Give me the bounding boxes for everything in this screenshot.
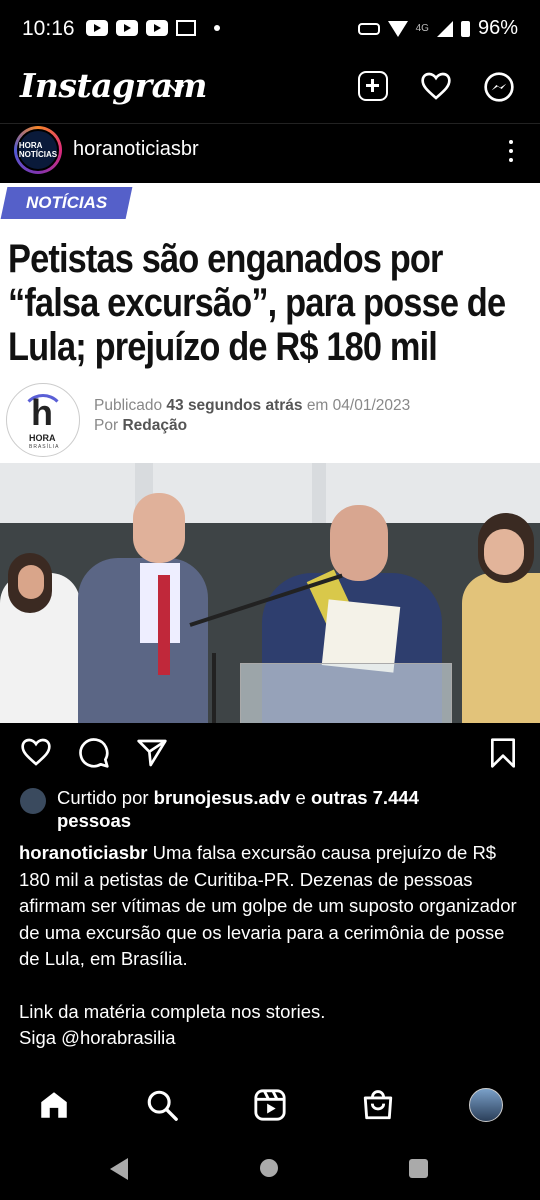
post-image[interactable]: NOTÍCIAS Petistas são enganados por “fal…: [0, 183, 540, 723]
avatar-image: HORA NOTÍCIAS: [17, 129, 59, 171]
more-notifications-dot: [214, 25, 220, 31]
caption-username[interactable]: horanoticiasbr: [19, 842, 148, 863]
back-icon[interactable]: [110, 1158, 128, 1180]
network-type: 4G: [415, 23, 429, 34]
notification-icons: [86, 20, 220, 36]
post-caption[interactable]: horanoticiasbr Uma falsa excursão causa …: [19, 840, 524, 1052]
more-options-icon[interactable]: [506, 140, 516, 162]
reels-icon[interactable]: [253, 1088, 287, 1122]
status-right: 4G 96%: [357, 17, 518, 40]
likes-summary[interactable]: Curtido por brunojesus.adv e outras 7.44…: [20, 786, 500, 832]
news-photo: [0, 463, 540, 723]
save-button[interactable]: [488, 737, 520, 769]
gmail-icon: [176, 20, 196, 36]
article-headline: Petistas são enganados por “falsa excurs…: [8, 237, 506, 369]
hora-brasilia-logo: h HORA BRASÍLIA: [6, 383, 80, 457]
headline-line: “falsa excursão”, para posse de: [8, 281, 506, 325]
share-button[interactable]: [136, 737, 168, 769]
category-tag: NOTÍCIAS: [0, 187, 133, 219]
youtube-icon: [86, 20, 108, 36]
liker-username[interactable]: brunojesus.adv: [154, 787, 291, 808]
like-button[interactable]: [20, 737, 52, 769]
caption-line: Siga @horabrasilia: [19, 1027, 176, 1048]
youtube-icon: [146, 20, 168, 36]
profile-avatar[interactable]: [469, 1088, 503, 1122]
home-icon[interactable]: [37, 1088, 71, 1122]
recents-icon[interactable]: [409, 1159, 428, 1178]
comment-button[interactable]: [78, 737, 110, 769]
search-icon[interactable]: [145, 1088, 179, 1122]
messenger-icon[interactable]: [483, 71, 514, 102]
battery-icon: [460, 20, 470, 37]
status-bar: 10:16 4G 96%: [0, 0, 540, 58]
heart-icon[interactable]: [420, 71, 451, 101]
headline-line: Petistas são enganados por: [8, 237, 443, 281]
home-circle-icon[interactable]: [260, 1159, 278, 1177]
article-meta: Publicado 43 segundos atrás em 04/01/202…: [94, 397, 411, 434]
new-post-icon[interactable]: [358, 71, 388, 101]
header-divider: [0, 123, 540, 124]
battery-level: 96%: [477, 17, 518, 39]
post-username[interactable]: horanoticiasbr: [73, 138, 199, 161]
shop-icon[interactable]: [361, 1088, 395, 1122]
headline-line: Lula; prejuízo de R$ 180 mil: [8, 325, 438, 369]
post-author-avatar[interactable]: HORA NOTÍCIAS: [14, 126, 62, 174]
likes-and: e: [295, 787, 306, 808]
youtube-icon: [116, 20, 138, 36]
likes-suffix: pessoas: [57, 810, 132, 831]
status-time: 10:16: [22, 17, 75, 40]
signal-icon: [436, 20, 453, 37]
wifi-icon: [387, 20, 408, 37]
likes-count[interactable]: outras 7.444: [311, 787, 419, 808]
likes-prefix: Curtido por: [57, 787, 149, 808]
vpn-key-icon: [357, 22, 380, 35]
caption-line: Link da matéria completa nos stories.: [19, 1000, 326, 1022]
